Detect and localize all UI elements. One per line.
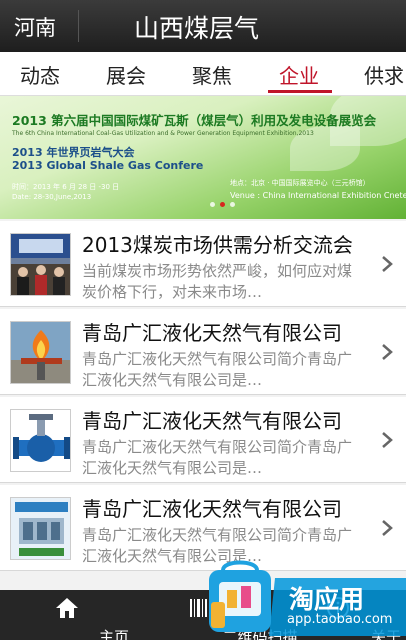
list-item[interactable]: 青岛广汇液化天然气有限公司 青岛广汇液化天然气有限公司简介青岛广汇液化天然气有限… (0, 397, 406, 483)
app-header: 河南 山西煤层气 (0, 0, 406, 52)
header-divider (78, 10, 79, 42)
carousel-dot[interactable] (210, 202, 215, 207)
banner-venue-cn: 地点：北京 · 中国国际展览中心（三元桥馆） (230, 179, 370, 187)
list-item[interactable]: 2013煤炭市场供需分析交流会 当前煤炭市场形势依然严峻，如何应对煤炭价格下行，… (0, 221, 406, 307)
watermark-url: app.taobao.com (287, 612, 393, 627)
list-item-summary: 青岛广汇液化天然气有限公司简介青岛广汇液化天然气有限公司是… (82, 438, 353, 477)
promo-banner[interactable]: 2013 第六届中国国际煤矿瓦斯（煤层气）利用及发电设备展览会 The 6th … (0, 96, 406, 219)
chevron-right-icon (382, 520, 393, 536)
region-selector[interactable]: 河南 (14, 12, 56, 42)
chevron-right-icon (382, 432, 393, 448)
category-tabs: 动态 展会 聚焦 企业 供求 (0, 52, 406, 96)
carousel-indicator (210, 202, 235, 207)
tab-companies[interactable]: 企业 (279, 60, 319, 89)
list-item[interactable]: 青岛广汇液化天然气有限公司 青岛广汇液化天然气有限公司简介青岛广汇液化天然气有限… (0, 309, 406, 395)
watermark-overlay: 淘应用 app.taobao.com (205, 560, 406, 636)
tab-supply-demand[interactable]: 供求 (364, 60, 404, 89)
list-item-title: 青岛广汇液化天然气有限公司 (82, 409, 342, 433)
list-item[interactable]: 青岛广汇液化天然气有限公司 青岛广汇液化天然气有限公司简介青岛广汇液化天然气有限… (0, 485, 406, 571)
home-icon (56, 598, 78, 618)
banner-conference-en: 2013 Global Shale Gas Confere (12, 159, 204, 172)
nav-home[interactable]: 主页 (20, 590, 129, 640)
watermark-brand: 淘应用 (289, 585, 365, 614)
banner-subheadline: The 6th China International Coal-Gas Uti… (12, 130, 314, 137)
list-item-title: 2013煤炭市场供需分析交流会 (82, 233, 353, 257)
banner-date-cn: 时间：2013 年 6 月 28 日 -30 日 (12, 183, 120, 191)
app-screen: 河南 山西煤层气 动态 展会 聚焦 企业 供求 2013 第六届中国国际煤矿瓦斯… (0, 0, 406, 640)
meeting-thumbnail (10, 233, 71, 296)
list-item-summary: 青岛广汇液化天然气有限公司简介青岛广汇液化天然气有限公司是… (82, 350, 353, 389)
equipment-thumbnail (10, 497, 71, 560)
chevron-right-icon (382, 256, 393, 272)
app-title: 山西煤层气 (134, 14, 260, 43)
tab-news[interactable]: 动态 (20, 60, 60, 89)
banner-headline: 2013 第六届中国国际煤矿瓦斯（煤层气）利用及发电设备展览会 (12, 113, 377, 128)
banner-date-en: Date: 28-30,June,2013 (12, 193, 92, 201)
tab-exhibitions[interactable]: 展会 (106, 60, 146, 89)
list-item-summary: 当前煤炭市场形势依然严峻，如何应对煤炭价格下行，对未来市场… (82, 262, 353, 301)
valve-thumbnail (10, 409, 71, 472)
banner-conference-cn: 2013 年世界页岩气大会 (12, 146, 135, 159)
gas-flame-thumbnail (10, 321, 71, 384)
carousel-dot[interactable] (230, 202, 235, 207)
active-tab-indicator (268, 90, 332, 93)
chevron-right-icon (382, 344, 393, 360)
carousel-dot-active[interactable] (220, 202, 225, 207)
list-item-title: 青岛广汇液化天然气有限公司 (82, 321, 342, 345)
banner-venue-en: Venue : China International Exhibition C… (230, 191, 406, 200)
tab-focus[interactable]: 聚焦 (192, 60, 232, 89)
list-item-title: 青岛广汇液化天然气有限公司 (82, 497, 342, 521)
